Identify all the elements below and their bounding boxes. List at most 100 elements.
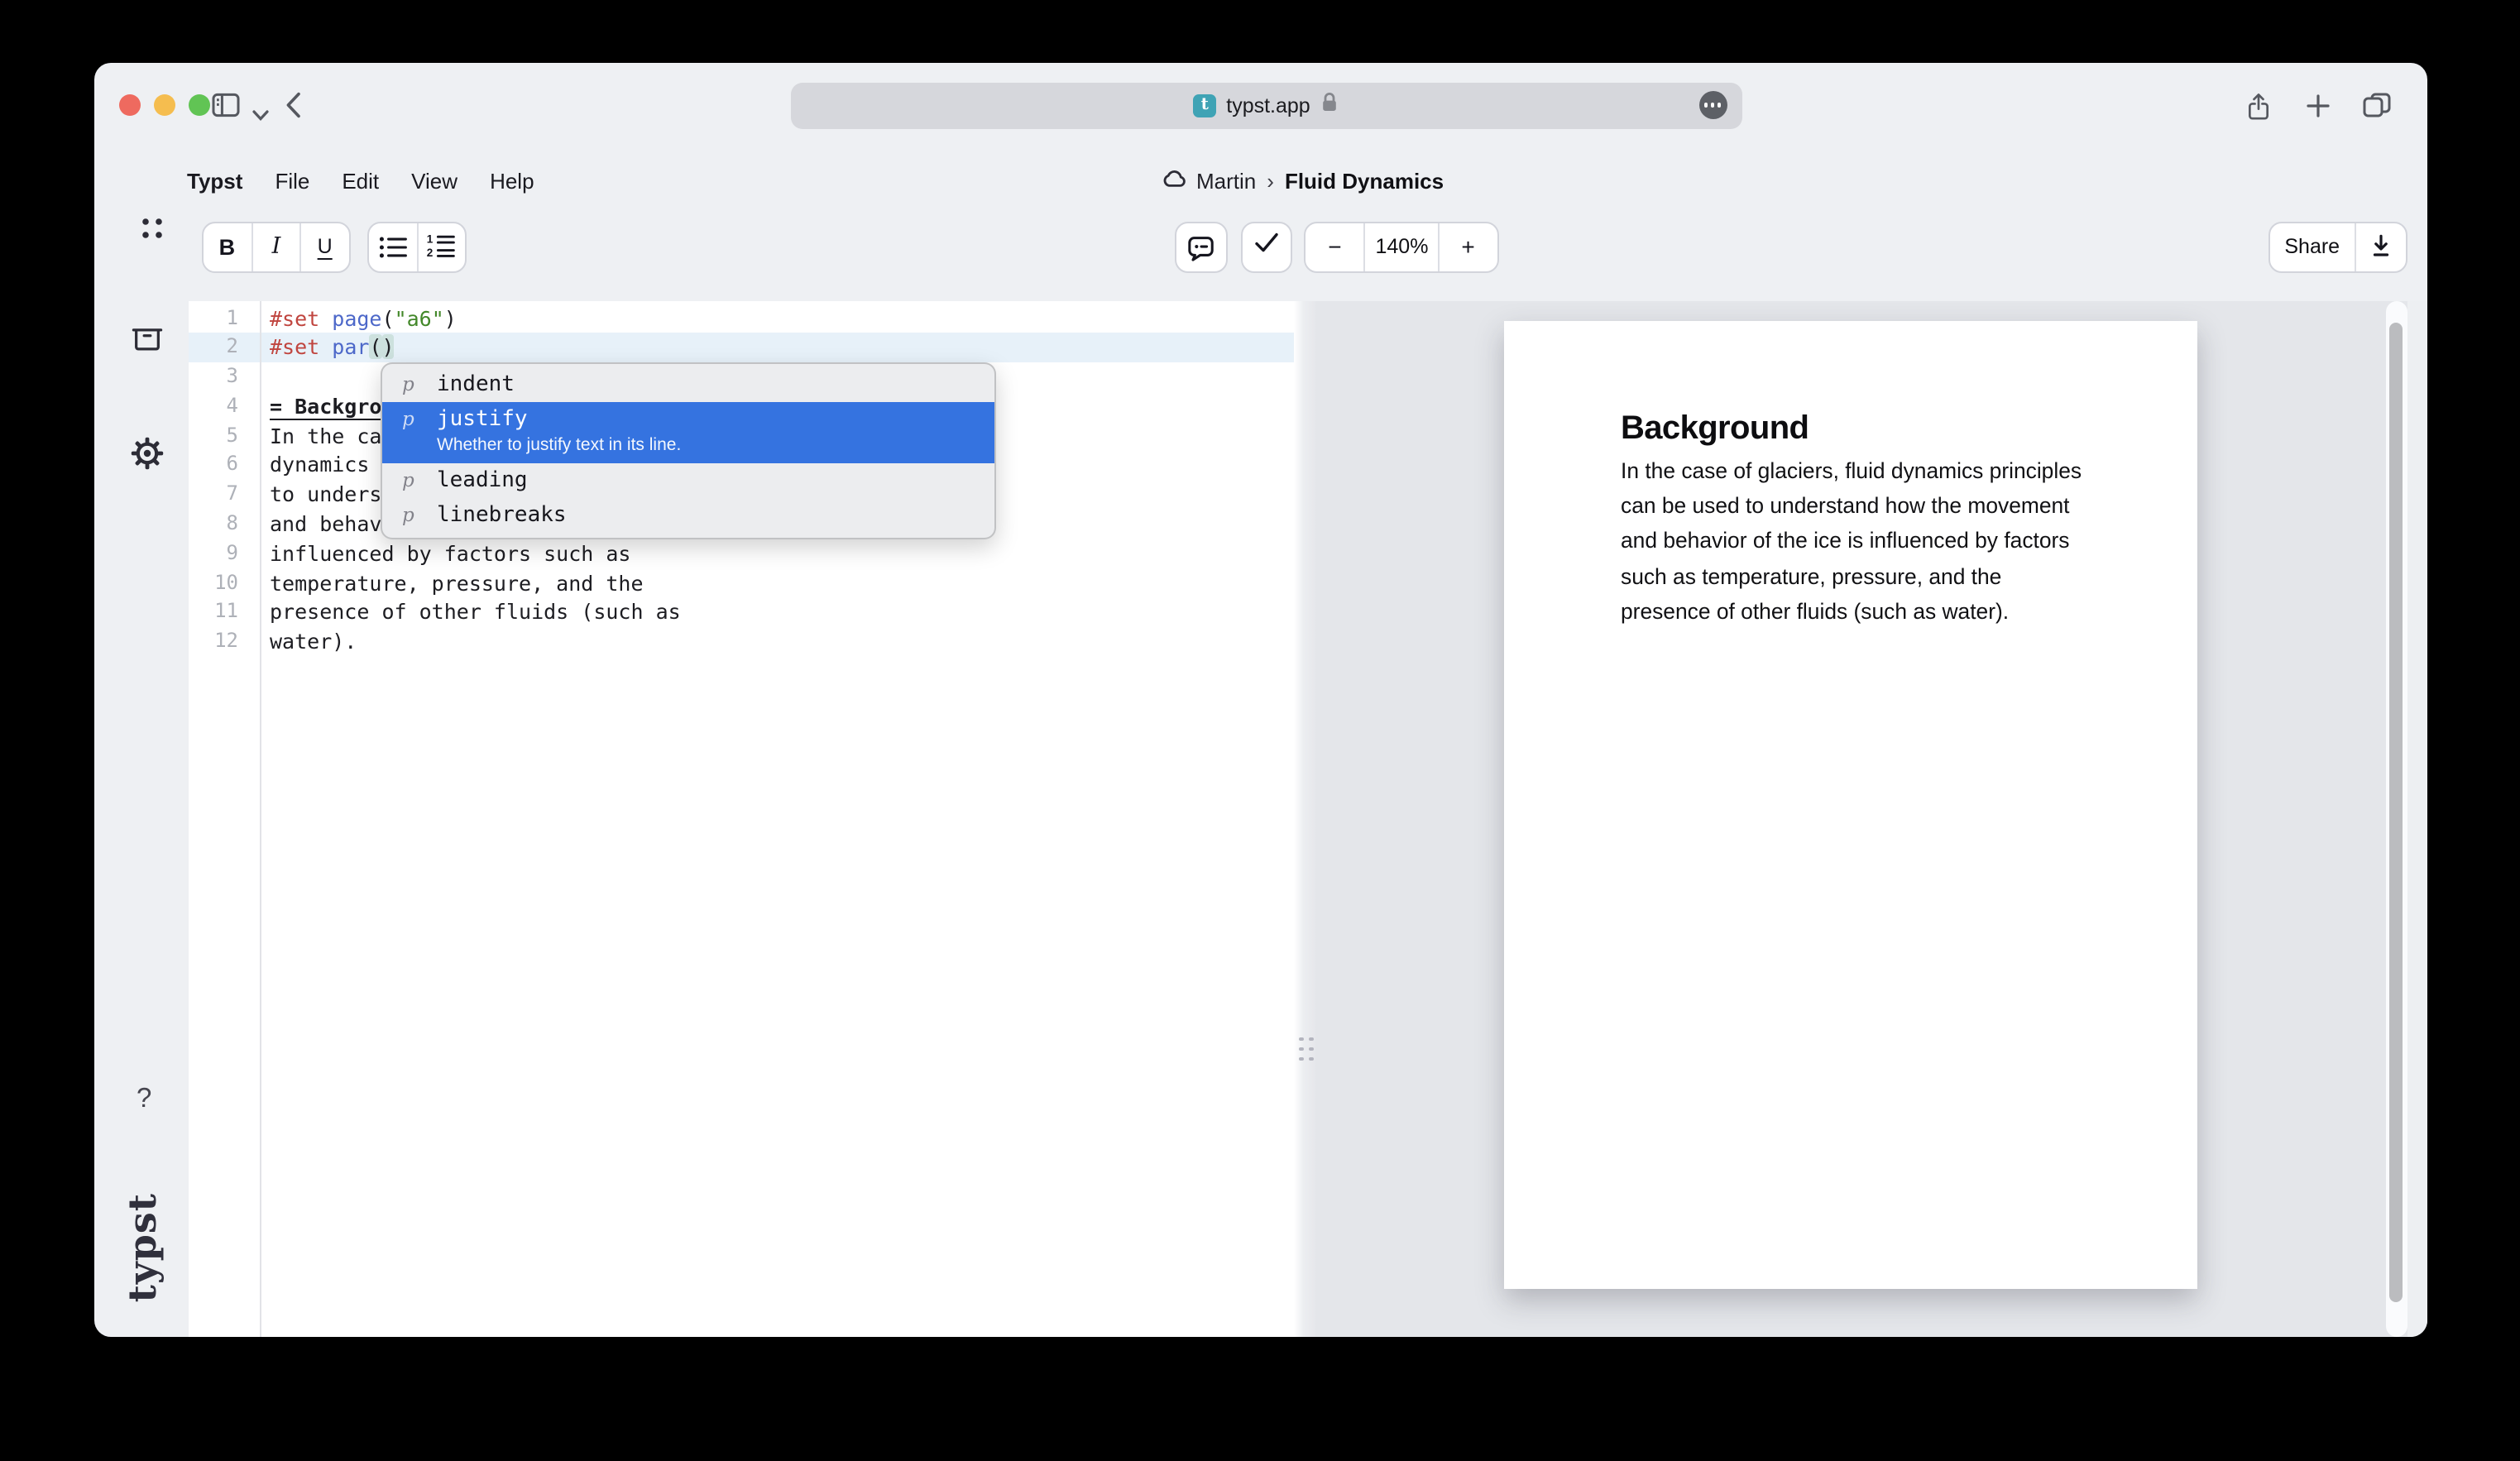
- share-export-group: Share: [2268, 221, 2407, 272]
- breadcrumb-separator: ›: [1267, 169, 1274, 194]
- line-number: 6: [189, 451, 260, 481]
- browser-window: t typst.app: [93, 62, 2427, 1337]
- drag-handle-icon[interactable]: [1299, 1037, 1313, 1061]
- address-bar[interactable]: t typst.app: [790, 82, 1741, 128]
- code-line[interactable]: 2#set par(): [189, 333, 1294, 363]
- files-tray-icon[interactable]: [131, 322, 164, 360]
- tabs-overview-icon[interactable]: [2362, 93, 2390, 126]
- pane-divider[interactable]: [1294, 300, 1315, 1337]
- app-menubar: Typst File Edit View Help: [187, 166, 534, 196]
- line-number: 1: [189, 304, 260, 333]
- url-text: typst.app: [1226, 93, 1310, 117]
- comments-button[interactable]: [1175, 221, 1227, 272]
- breadcrumb-document-title[interactable]: Fluid Dynamics: [1285, 169, 1444, 194]
- typst-logo[interactable]: typst: [112, 1181, 175, 1316]
- line-number: 11: [189, 598, 260, 628]
- preview-paragraph: In the case of glaciers, fluid dynamics …: [1621, 453, 2091, 630]
- code-line[interactable]: 9influenced by factors such as: [189, 539, 1294, 569]
- zoom-control-group: − 140% +: [1304, 221, 1498, 272]
- parameter-type-prefix: p: [402, 467, 425, 491]
- page-settings-icon[interactable]: [1698, 91, 1727, 119]
- preview-scrollbar-thumb[interactable]: [2389, 322, 2403, 1301]
- autocomplete-label: leading: [437, 466, 981, 495]
- cloud-icon: [1161, 169, 1186, 194]
- autocomplete-label: linebreaks: [437, 501, 981, 530]
- breadcrumb: Martin › Fluid Dynamics: [1161, 166, 1444, 196]
- autocomplete-description: Whether to justify text in its line.: [437, 434, 981, 459]
- code-text: temperature, pressure, and the: [260, 568, 644, 598]
- menu-item-edit[interactable]: Edit: [342, 169, 379, 194]
- close-window-button[interactable]: [119, 94, 141, 116]
- line-number: 8: [189, 510, 260, 539]
- code-line[interactable]: 1#set page("a6"): [189, 304, 1294, 333]
- help-icon[interactable]: ?: [137, 1083, 151, 1114]
- menu-item-help[interactable]: Help: [490, 169, 534, 194]
- menu-item-typst[interactable]: Typst: [187, 169, 242, 194]
- chevron-down-icon[interactable]: [251, 100, 269, 130]
- code-text: water).: [260, 628, 357, 658]
- list-format-group: 1 2: [367, 221, 467, 272]
- gear-icon[interactable]: [130, 437, 163, 478]
- autocomplete-item-leading[interactable]: p leading: [382, 462, 994, 498]
- svg-text:1: 1: [428, 232, 434, 245]
- lock-icon: [1320, 90, 1339, 120]
- code-text: presence of other fluids (such as: [260, 598, 681, 628]
- line-number: 12: [189, 628, 260, 658]
- line-number: 2: [189, 333, 260, 363]
- share-button[interactable]: Share: [2270, 223, 2354, 271]
- parameter-type-prefix: p: [402, 503, 425, 526]
- text-format-group: B I U: [201, 221, 350, 272]
- parameter-type-prefix: p: [402, 407, 425, 430]
- zoom-in-button[interactable]: +: [1438, 223, 1497, 271]
- back-icon[interactable]: [284, 91, 302, 127]
- underline-button[interactable]: U: [299, 223, 348, 271]
- compile-status-button[interactable]: [1241, 221, 1292, 272]
- sidebar-toggle-icon[interactable]: [211, 93, 239, 126]
- site-favicon: t: [1193, 93, 1216, 117]
- line-number: 5: [189, 421, 260, 451]
- code-text: #set par(): [260, 333, 395, 363]
- line-number: 3: [189, 362, 260, 392]
- minimize-window-button[interactable]: [154, 94, 175, 116]
- autocomplete-item-linebreaks[interactable]: p linebreaks: [382, 498, 994, 534]
- zoom-out-button[interactable]: −: [1306, 223, 1364, 271]
- check-icon: [1253, 230, 1281, 263]
- svg-text:2: 2: [428, 247, 434, 259]
- line-number: 7: [189, 481, 260, 510]
- line-number: 9: [189, 539, 260, 569]
- autocomplete-item-indent[interactable]: pindent: [382, 366, 994, 402]
- zoom-window-button[interactable]: [189, 94, 210, 116]
- grid-dots-icon[interactable]: [139, 214, 165, 249]
- code-line[interactable]: 12water).: [189, 628, 1294, 658]
- gutter-divider: [259, 300, 261, 1337]
- code-line[interactable]: 10temperature, pressure, and the: [189, 568, 1294, 598]
- numbered-list-button[interactable]: 1 2: [417, 223, 465, 271]
- zoom-level-value[interactable]: 140%: [1364, 223, 1438, 271]
- autocomplete-dropdown: pindentpjustifyWhether to justify text i…: [381, 362, 996, 539]
- download-button[interactable]: [2354, 223, 2405, 271]
- preview-scrollbar[interactable]: [2385, 300, 2407, 1337]
- autocomplete-label: justify: [437, 405, 981, 434]
- bold-button[interactable]: B: [203, 223, 252, 271]
- preview-heading: Background: [1621, 406, 2091, 449]
- preview-edge: [2407, 300, 2427, 1337]
- code-line[interactable]: 11presence of other fluids (such as: [189, 598, 1294, 628]
- italic-button[interactable]: I: [252, 223, 300, 271]
- desktop: t typst.app: [0, 0, 2520, 1461]
- code-text: #set page("a6"): [260, 304, 457, 333]
- parameter-type-prefix: p: [402, 371, 425, 395]
- menu-item-file[interactable]: File: [275, 169, 309, 194]
- code-text: [260, 362, 270, 392]
- preview-page: Background In the case of glaciers, flui…: [1503, 320, 2197, 1289]
- share-icon[interactable]: [2245, 90, 2271, 130]
- autocomplete-item-justify[interactable]: p justifyWhether to justify text in its l…: [382, 402, 994, 462]
- preview-pane: Background In the case of glaciers, flui…: [1315, 300, 2427, 1337]
- bullet-list-button[interactable]: [369, 223, 417, 271]
- menu-item-view[interactable]: View: [411, 169, 458, 194]
- line-number: 10: [189, 568, 260, 598]
- code-text: influenced by factors such as: [260, 539, 631, 569]
- breadcrumb-workspace[interactable]: Martin: [1196, 169, 1256, 194]
- autocomplete-label: indent: [437, 370, 981, 399]
- line-number: 4: [189, 392, 260, 422]
- new-tab-icon[interactable]: [2306, 94, 2329, 126]
